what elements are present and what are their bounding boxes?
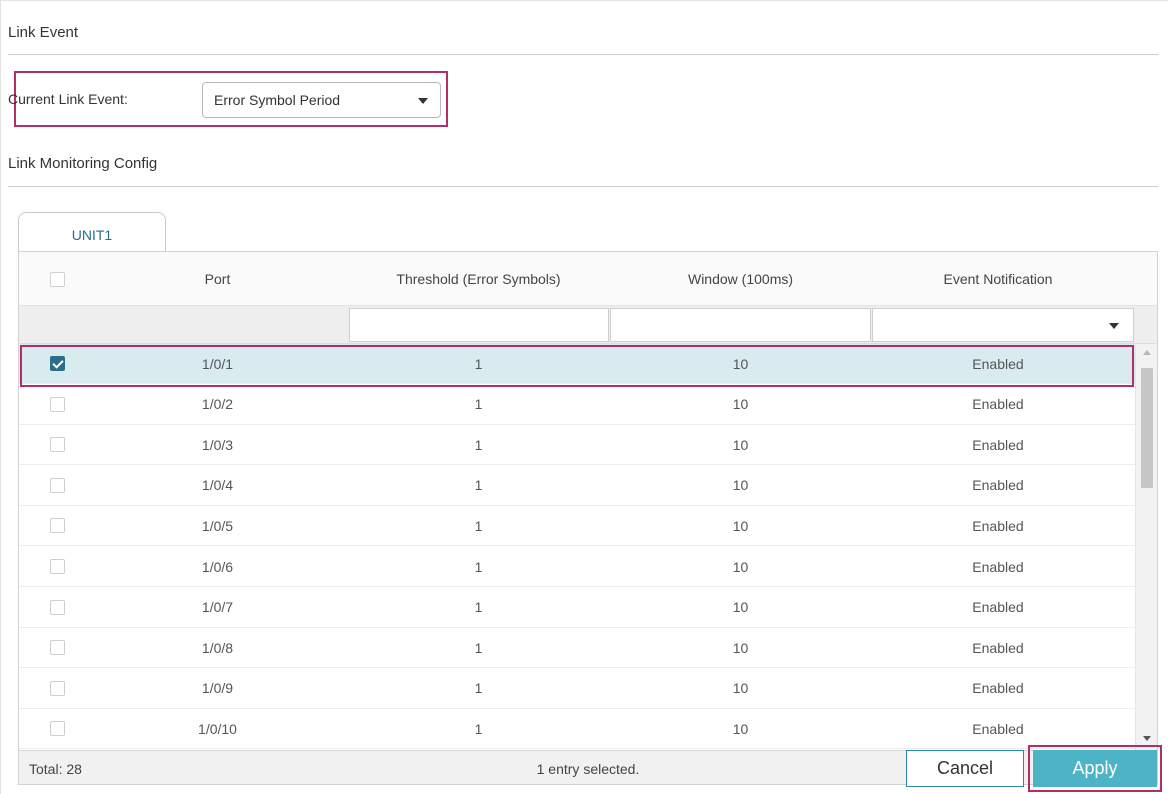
- table-body: 1/0/1 1 10 Enabled 1/0/2 1 10 Enabled 1/…: [19, 344, 1135, 750]
- row-checkbox[interactable]: [50, 599, 65, 615]
- column-header-threshold: Threshold (Error Symbols): [396, 270, 561, 287]
- header-checkbox-cell: [19, 252, 96, 305]
- apply-highlight: [1028, 745, 1162, 792]
- select-value: Error Symbol Period: [214, 92, 341, 108]
- port-cell: 1/0/2: [201, 396, 234, 413]
- table-row[interactable]: 1/0/2 1 10 Enabled: [19, 385, 1135, 425]
- row-checkbox[interactable]: [50, 477, 65, 493]
- notification-cell: Enabled: [972, 436, 1024, 453]
- port-cell: 1/0/7: [201, 599, 234, 616]
- threshold-cell: 1: [474, 477, 483, 494]
- notification-cell: Enabled: [972, 477, 1024, 494]
- threshold-cell: 1: [474, 680, 483, 697]
- port-cell: 1/0/3: [201, 436, 234, 453]
- window-cell: 10: [732, 599, 749, 616]
- notification-cell: Enabled: [972, 558, 1024, 575]
- notification-cell: Enabled: [972, 599, 1024, 616]
- port-cell: 1/0/6: [201, 558, 234, 575]
- row-checkbox[interactable]: [50, 437, 65, 453]
- notification-cell: Enabled: [972, 720, 1024, 737]
- notification-cell: Enabled: [972, 517, 1024, 534]
- row-checkbox[interactable]: [50, 640, 65, 656]
- port-cell: 1/0/4: [201, 477, 234, 494]
- filter-row: [19, 306, 1157, 344]
- row-checkbox[interactable]: [50, 518, 65, 534]
- table-row[interactable]: 1/0/8 1 10 Enabled: [19, 628, 1135, 669]
- port-table: Port Threshold (Error Symbols) Window (1…: [18, 251, 1158, 785]
- table-row[interactable]: 1/0/3 1 10 Enabled: [19, 425, 1135, 466]
- threshold-filter-input[interactable]: [349, 308, 609, 342]
- tab-unit1[interactable]: UNIT1: [18, 212, 166, 252]
- row-checkbox[interactable]: [50, 680, 65, 696]
- window-cell: 10: [732, 477, 749, 494]
- threshold-cell: 1: [474, 599, 483, 616]
- select-all-checkbox[interactable]: [50, 272, 65, 287]
- selected-row-highlight: [20, 345, 1134, 387]
- divider: [8, 186, 1158, 187]
- port-cell: 1/0/10: [198, 720, 237, 737]
- table-row[interactable]: 1/0/7 1 10 Enabled: [19, 588, 1135, 628]
- window-filter-input[interactable]: [610, 308, 871, 342]
- window-cell: 10: [732, 436, 749, 453]
- window-cell: 10: [732, 558, 749, 575]
- notification-cell: Enabled: [972, 396, 1024, 413]
- row-checkbox[interactable]: [50, 559, 65, 574]
- port-cell: 1/0/9: [201, 680, 234, 697]
- threshold-cell: 1: [474, 558, 483, 575]
- link-event-title: Link Event: [8, 24, 79, 41]
- table-row[interactable]: 1/0/10 1 10 Enabled: [19, 709, 1135, 750]
- notification-cell: Enabled: [972, 680, 1024, 697]
- threshold-cell: 1: [474, 639, 483, 656]
- table-row[interactable]: 1/0/4 1 10 Enabled: [19, 466, 1135, 506]
- chevron-down-icon: [418, 98, 428, 104]
- cancel-button[interactable]: Cancel: [906, 750, 1024, 787]
- table-row[interactable]: 1/0/5 1 10 Enabled: [19, 506, 1135, 547]
- window-cell: 10: [732, 517, 749, 534]
- notification-cell: Enabled: [972, 639, 1024, 656]
- table-row[interactable]: 1/0/6 1 10 Enabled: [19, 547, 1135, 587]
- arrow-down-icon[interactable]: [1143, 736, 1151, 741]
- threshold-cell: 1: [474, 436, 483, 453]
- threshold-cell: 1: [474, 517, 483, 534]
- chevron-down-icon: [1109, 323, 1119, 329]
- notification-filter-select[interactable]: [872, 308, 1134, 342]
- column-header-port: Port: [204, 270, 231, 287]
- column-header-notification: Event Notification: [943, 270, 1053, 287]
- scrollbar-thumb[interactable]: [1141, 368, 1153, 488]
- arrow-up-icon[interactable]: [1143, 350, 1151, 355]
- table-row[interactable]: 1/0/9 1 10 Enabled: [19, 669, 1135, 709]
- divider: [8, 54, 1158, 55]
- threshold-cell: 1: [474, 720, 483, 737]
- window-cell: 10: [732, 720, 749, 737]
- window-cell: 10: [732, 396, 749, 413]
- window-cell: 10: [732, 639, 749, 656]
- current-link-event-select[interactable]: Error Symbol Period: [202, 82, 441, 118]
- window-cell: 10: [732, 680, 749, 697]
- table-scrollbar[interactable]: [1135, 344, 1157, 750]
- row-checkbox[interactable]: [50, 396, 65, 412]
- row-checkbox[interactable]: [50, 721, 65, 737]
- column-header-window: Window (100ms): [687, 270, 794, 287]
- port-cell: 1/0/8: [201, 639, 234, 656]
- port-cell: 1/0/5: [201, 517, 234, 534]
- table-header: Port Threshold (Error Symbols) Window (1…: [19, 252, 1157, 306]
- threshold-cell: 1: [474, 396, 483, 413]
- link-monitoring-title: Link Monitoring Config: [8, 155, 158, 172]
- current-link-event-label: Current Link Event:: [8, 91, 128, 107]
